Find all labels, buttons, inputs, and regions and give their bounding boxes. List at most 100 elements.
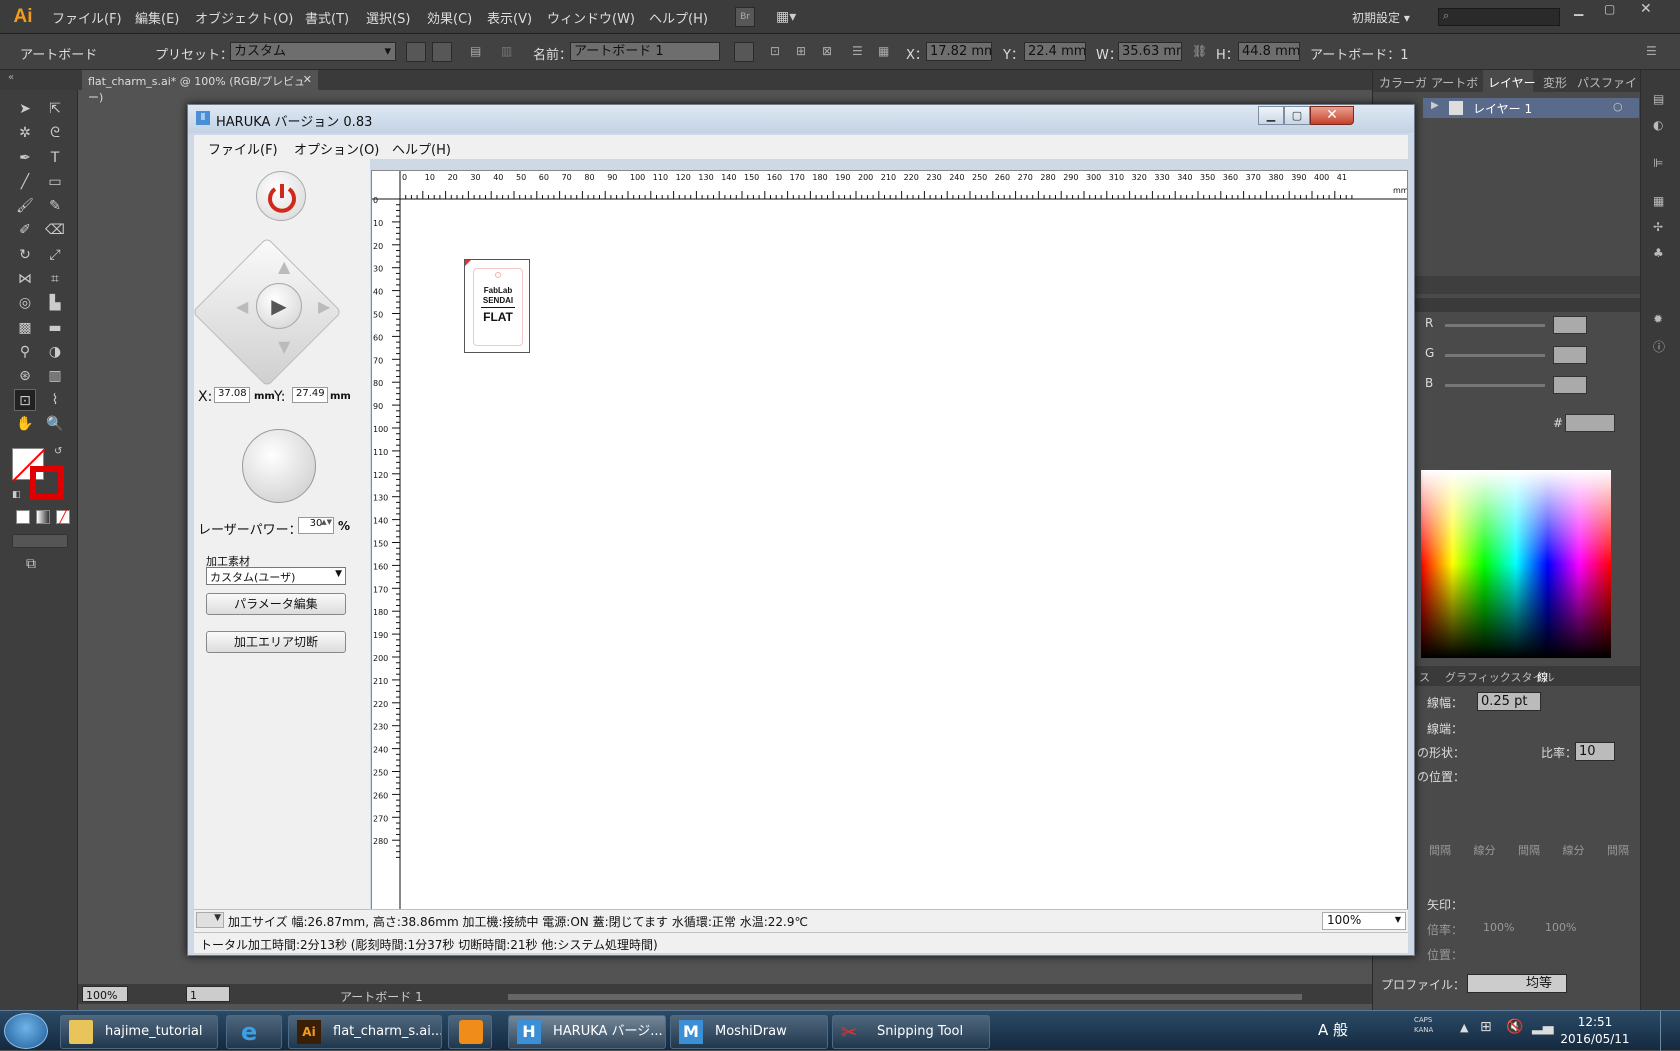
- gradient-tool-icon[interactable]: ▬: [44, 317, 66, 339]
- delete-artboard-icon[interactable]: ▥: [501, 44, 512, 58]
- show-desktop-button[interactable]: [1660, 1011, 1680, 1051]
- draw-modes-icon[interactable]: [12, 534, 68, 548]
- menu-view[interactable]: 表示(V): [487, 8, 532, 27]
- ratio-input[interactable]: 10: [1575, 742, 1615, 761]
- scale-end[interactable]: 100%: [1545, 921, 1576, 934]
- swatches-icon[interactable]: ▤: [1653, 92, 1664, 106]
- workspace-switcher[interactable]: 初期設定 ▾: [1352, 9, 1410, 26]
- status-menu-button[interactable]: ▼: [196, 912, 224, 928]
- menu-type[interactable]: 書式(T): [305, 8, 349, 27]
- hex-input[interactable]: [1565, 414, 1615, 432]
- arrow-up-icon[interactable]: ▲: [278, 257, 290, 276]
- eyedropper-tool-icon[interactable]: ⚲: [14, 341, 36, 363]
- menu-help[interactable]: ヘルプ(H): [649, 8, 708, 27]
- expand-layer-icon[interactable]: ▶: [1431, 100, 1439, 111]
- line-tool-icon[interactable]: ╱: [14, 171, 36, 193]
- target-icon[interactable]: ○: [1613, 100, 1623, 113]
- window-close-icon[interactable]: ✕: [1640, 1, 1652, 17]
- canvas-zoom-select[interactable]: 100% ▼: [1322, 912, 1406, 930]
- center-icon[interactable]: ⊞: [796, 44, 806, 58]
- none-mode-icon[interactable]: ╱: [56, 510, 70, 524]
- tab-color-guide[interactable]: カラーガ: [1379, 74, 1427, 91]
- w-input[interactable]: 35.63 mm: [1118, 42, 1182, 61]
- taskbar-haruka[interactable]: H HARUKA バージ...: [508, 1015, 666, 1049]
- start-button[interactable]: [4, 1013, 48, 1049]
- bridge-icon[interactable]: Br: [735, 7, 755, 27]
- close-icon[interactable]: ✕: [303, 73, 312, 86]
- screen-mode-icon[interactable]: ⧉: [26, 556, 36, 572]
- landscape-icon[interactable]: [432, 42, 452, 62]
- perspective-grid-tool-icon[interactable]: ▙: [44, 292, 66, 314]
- blob-brush-tool-icon[interactable]: ✐: [14, 219, 36, 241]
- r-value-input[interactable]: [1553, 316, 1587, 334]
- navigator-icon[interactable]: ✹: [1653, 312, 1663, 326]
- play-button[interactable]: ▶: [256, 283, 302, 329]
- color-spectrum[interactable]: [1421, 470, 1611, 658]
- rectangle-tool-icon[interactable]: ▭: [44, 171, 66, 193]
- portrait-icon[interactable]: [406, 42, 426, 62]
- taskbar-moshidraw[interactable]: M MoshiDraw: [670, 1015, 828, 1049]
- volume-icon[interactable]: 🔇: [1506, 1019, 1523, 1035]
- clock-date[interactable]: 2016/05/11: [1556, 1032, 1634, 1046]
- x-coord-input[interactable]: 37.08: [214, 387, 250, 403]
- selection-tool-icon[interactable]: ➤: [14, 98, 36, 120]
- laser-power-knob[interactable]: [242, 429, 316, 503]
- hand-tool-icon[interactable]: ✋: [14, 413, 36, 435]
- align-icon[interactable]: ⊫: [1653, 156, 1663, 170]
- appearance-icon[interactable]: ◐: [1653, 118, 1663, 132]
- profile-select[interactable]: 均等: [1467, 974, 1567, 993]
- zoom-select[interactable]: 100%: [82, 986, 128, 1002]
- column-graph-tool-icon[interactable]: ▥: [44, 365, 66, 387]
- gradient-mode-icon[interactable]: [36, 510, 50, 524]
- ime-indicator[interactable]: A 般: [1318, 1019, 1348, 1040]
- lasso-tool-icon[interactable]: ᘓ: [44, 122, 66, 144]
- color-mode-icon[interactable]: [16, 510, 30, 524]
- tab-pathfinder[interactable]: パスファイ: [1577, 74, 1637, 91]
- material-select[interactable]: カスタム(ユーザ) ▼: [206, 567, 346, 585]
- pen-tool-icon[interactable]: ✒: [14, 147, 36, 169]
- taskbar-ie[interactable]: e: [226, 1015, 282, 1049]
- collapse-tools-icon[interactable]: «: [8, 72, 14, 83]
- search-input[interactable]: ⌕: [1438, 8, 1560, 26]
- document-tab[interactable]: flat_charm_s.ai* @ 100% (RGB/プレビュー) ✕: [82, 70, 318, 104]
- new-artboard-icon[interactable]: ▤: [470, 44, 481, 58]
- width-tool-icon[interactable]: ⋈: [14, 268, 36, 290]
- link-proportions-icon[interactable]: ⛓: [1192, 44, 1207, 58]
- b-slider[interactable]: [1445, 384, 1545, 387]
- network-icon[interactable]: ⊞: [1480, 1019, 1492, 1035]
- blend-tool-icon[interactable]: ◑: [44, 341, 66, 363]
- y-input[interactable]: 22.4 mm: [1024, 42, 1086, 61]
- menu-edit[interactable]: 編集(E): [135, 8, 179, 27]
- tab-artboards[interactable]: アートボ: [1431, 74, 1478, 91]
- artboard-options-icon[interactable]: ⊡: [770, 44, 780, 58]
- arrow-down-icon[interactable]: ▼: [278, 337, 290, 356]
- swap-colors-icon[interactable]: ↺: [54, 446, 62, 457]
- move-with-artboard-icon[interactable]: [734, 42, 754, 62]
- menu-select[interactable]: 選択(S): [366, 8, 410, 27]
- menu-object[interactable]: オブジェクト(O): [195, 8, 293, 27]
- tab-appearance[interactable]: ス: [1419, 669, 1430, 685]
- tab-stroke[interactable]: 線: [1537, 669, 1548, 685]
- stroke-swatch[interactable]: [30, 466, 64, 500]
- taskbar-explorer[interactable]: hajime_tutorial: [60, 1015, 218, 1049]
- arrange-documents-icon[interactable]: ▦▾: [776, 9, 802, 25]
- slice-tool-icon[interactable]: ⌇: [44, 389, 66, 411]
- minimize-button[interactable]: ▁: [1258, 106, 1284, 125]
- arrow-left-icon[interactable]: ◀: [236, 297, 248, 316]
- menu-window[interactable]: ウィンドウ(W): [547, 8, 635, 27]
- window-maximize-icon[interactable]: ▢: [1604, 2, 1615, 16]
- menu-effect[interactable]: 効果(C): [427, 8, 472, 27]
- info-icon[interactable]: ⓘ: [1653, 338, 1665, 355]
- g-value-input[interactable]: [1553, 346, 1587, 364]
- artboard-name-input[interactable]: アートボード 1: [570, 42, 720, 61]
- stroke-weight-input[interactable]: 0.25 pt: [1477, 692, 1541, 711]
- panel-menu-icon[interactable]: ☰: [1646, 44, 1657, 58]
- signal-icon[interactable]: ▂▄: [1532, 1019, 1554, 1035]
- b-value-input[interactable]: [1553, 376, 1587, 394]
- param-edit-button[interactable]: パラメータ編集: [206, 593, 346, 615]
- haruka-menu-file[interactable]: ファイル(F): [208, 139, 278, 158]
- stepper-icon[interactable]: ▲▼: [321, 518, 332, 526]
- free-transform-tool-icon[interactable]: ⌗: [44, 268, 66, 290]
- taskbar-snipping[interactable]: ✂ Snipping Tool: [832, 1015, 990, 1049]
- taskbar-illustrator[interactable]: Ai flat_charm_s.ai...: [288, 1015, 442, 1049]
